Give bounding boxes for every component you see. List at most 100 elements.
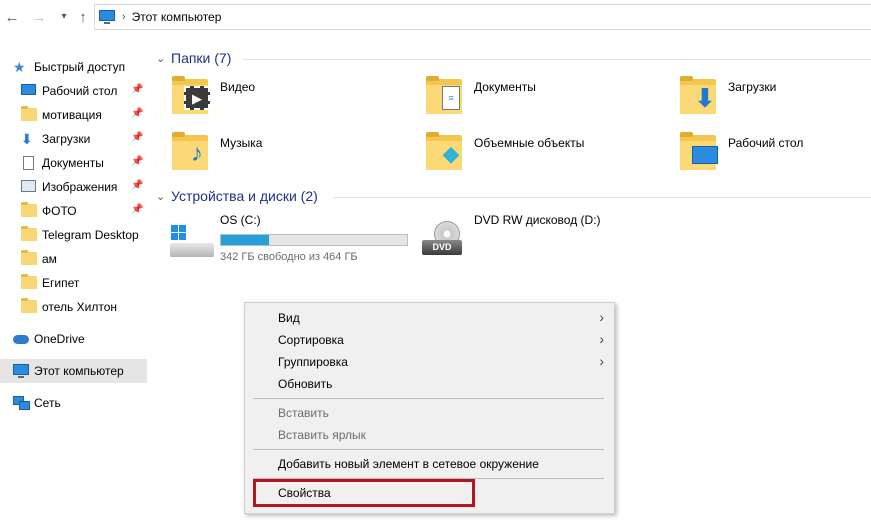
folder-tile-music[interactable]: ♪ Музыка — [150, 126, 380, 176]
sidebar-item-label: Документы — [42, 156, 104, 170]
3d-objects-folder-icon: ◆ — [426, 132, 464, 172]
sidebar-item-label: ам — [42, 252, 57, 266]
sidebar-item-desktop[interactable]: Рабочий стол 📌 — [0, 79, 147, 103]
menu-item-view[interactable]: Вид › — [245, 307, 614, 329]
sidebar-item-foto[interactable]: ФОТО 📌 — [0, 199, 147, 223]
menu-item-group[interactable]: Группировка › — [245, 351, 614, 373]
context-menu: Вид › Сортировка › Группировка › Обновит… — [244, 302, 615, 514]
folder-icon — [21, 106, 37, 122]
network-icon — [13, 396, 30, 410]
sidebar-item-label: Быстрый доступ — [34, 60, 126, 74]
devices-group-header[interactable]: ⌄ Устройства и диски (2) — [150, 187, 871, 207]
chevron-right-icon: › — [599, 331, 604, 347]
computer-icon — [13, 364, 29, 378]
sidebar-item-label: Изображения — [42, 180, 118, 194]
chevron-down-icon[interactable]: ⌄ — [156, 190, 165, 203]
menu-item-label: Вид — [278, 311, 300, 325]
navigation-pane: ★ Быстрый доступ Рабочий стол 📌 мотиваци… — [0, 48, 147, 521]
chevron-down-icon[interactable]: ⌄ — [156, 52, 165, 65]
back-arrow-icon[interactable]: ← — [3, 8, 21, 26]
drive-name: OS (C:) — [220, 213, 261, 227]
pin-icon[interactable]: 📌 — [131, 84, 143, 95]
folder-icon — [21, 298, 37, 314]
drive-usage-fill — [221, 235, 270, 245]
music-folder-icon: ♪ — [172, 132, 210, 172]
sidebar-item-hilton-hotel[interactable]: отель Хилтон — [0, 295, 147, 319]
folder-name: Документы — [474, 80, 536, 94]
pin-icon[interactable]: 📌 — [131, 132, 143, 143]
downloads-folder-icon: ⬇ — [680, 76, 718, 116]
group-divider — [242, 59, 871, 60]
sidebar-item-pictures[interactable]: Изображения 📌 — [0, 175, 147, 199]
pin-icon[interactable]: 📌 — [131, 204, 143, 215]
pin-icon[interactable]: 📌 — [131, 108, 143, 119]
sidebar-item-label: Рабочий стол — [42, 84, 118, 98]
chevron-right-icon: › — [599, 353, 604, 369]
folder-icon — [21, 250, 37, 266]
star-icon: ★ — [13, 59, 26, 75]
menu-item-paste-shortcut[interactable]: Вставить ярлык — [245, 424, 614, 446]
drive-free-space: 342 ГБ свободно из 464 ГБ — [220, 251, 358, 263]
this-pc-icon — [99, 10, 115, 24]
menu-item-label: Обновить — [278, 377, 333, 391]
folder-name: Загрузки — [728, 80, 777, 94]
menu-item-label: Вставить ярлык — [278, 428, 366, 442]
breadcrumb-chevron-icon[interactable]: › — [122, 11, 126, 23]
documents-folder-icon: ≡ — [426, 76, 464, 116]
menu-divider — [253, 449, 604, 450]
folder-name: Рабочий стол — [728, 136, 804, 150]
drive-usage-bar — [220, 234, 408, 246]
folder-tile-desktop[interactable]: Рабочий стол — [658, 126, 871, 176]
pin-icon[interactable]: 📌 — [131, 180, 143, 191]
menu-item-refresh[interactable]: Обновить — [245, 373, 614, 395]
desktop-icon — [21, 84, 37, 98]
menu-item-label: Группировка — [278, 355, 348, 369]
sidebar-item-telegram-desktop[interactable]: Telegram Desktop — [0, 223, 147, 247]
sidebar-item-am[interactable]: ам — [0, 247, 147, 271]
folders-group-header[interactable]: ⌄ Папки (7) — [150, 49, 871, 69]
sidebar-item-label: Египет — [42, 276, 80, 290]
sidebar-item-downloads[interactable]: ⬇ Загрузки 📌 — [0, 127, 147, 151]
windows-drive-icon — [170, 225, 214, 259]
drive-name: DVD RW дисковод (D:) — [474, 213, 601, 227]
desktop-folder-icon — [680, 132, 718, 172]
menu-item-paste[interactable]: Вставить — [245, 402, 614, 424]
folder-icon — [21, 202, 37, 218]
menu-item-add-network-location[interactable]: Добавить новый элемент в сетевое окружен… — [245, 453, 614, 475]
dvd-badge: DVD — [422, 240, 462, 255]
folder-tile-documents[interactable]: ≡ Документы — [404, 70, 634, 120]
folder-tile-video[interactable]: ▶ Видео — [150, 70, 380, 120]
folder-name: Видео — [220, 80, 256, 94]
sidebar-item-label: Telegram Desktop — [42, 228, 139, 242]
forward-arrow-icon[interactable]: → — [30, 8, 48, 26]
sidebar-item-motivation[interactable]: мотивация 📌 — [0, 103, 147, 127]
folder-name: Объемные объекты — [474, 136, 585, 150]
address-bar[interactable]: › Этот компьютер — [94, 4, 871, 30]
sidebar-item-label: ФОТО — [42, 204, 77, 218]
menu-item-label: Сортировка — [278, 333, 344, 347]
sidebar-item-label: Этот компьютер — [34, 364, 124, 378]
sidebar-item-egypt[interactable]: Египет — [0, 271, 147, 295]
menu-item-label: Вставить — [278, 406, 329, 420]
sidebar-item-label: Сеть — [34, 396, 61, 410]
recent-locations-chevron-icon[interactable]: ▾ — [55, 8, 73, 26]
sidebar-item-onedrive[interactable]: OneDrive — [0, 327, 147, 351]
sidebar-item-quick-access[interactable]: ★ Быстрый доступ — [0, 55, 147, 79]
up-arrow-icon[interactable]: ↑ — [74, 8, 92, 26]
sidebar-item-label: мотивация — [42, 108, 102, 122]
breadcrumb-this-pc[interactable]: Этот компьютер — [132, 10, 222, 24]
group-title: Устройства и диски (2) — [171, 188, 318, 204]
sidebar-item-this-pc[interactable]: Этот компьютер — [0, 359, 147, 383]
chevron-right-icon: › — [599, 309, 604, 325]
navigation-bar: ← → ▾ ↑ › Этот компьютер — [0, 0, 871, 34]
video-folder-icon: ▶ — [172, 76, 210, 116]
folder-tile-3d-objects[interactable]: ◆ Объемные объекты — [404, 126, 634, 176]
folder-tile-downloads[interactable]: ⬇ Загрузки — [658, 70, 871, 120]
sidebar-item-documents[interactable]: Документы 📌 — [0, 151, 147, 175]
sidebar-item-network[interactable]: Сеть — [0, 391, 147, 415]
drive-tile-c[interactable]: OS (C:) 342 ГБ свободно из 464 ГБ — [150, 213, 420, 273]
pin-icon[interactable]: 📌 — [131, 156, 143, 167]
drive-tile-d[interactable]: DVD DVD RW дисковод (D:) — [422, 213, 652, 273]
menu-item-sort[interactable]: Сортировка › — [245, 329, 614, 351]
highlight-box — [253, 479, 475, 507]
